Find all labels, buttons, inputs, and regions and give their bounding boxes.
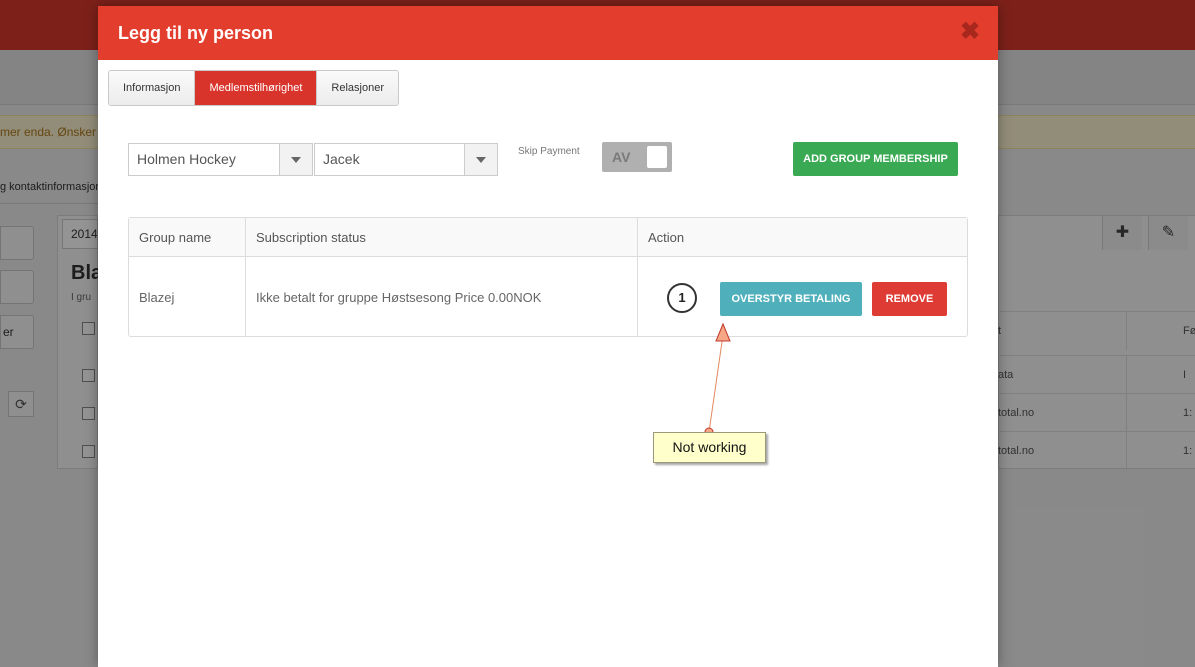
modal-header: Legg til ny person ✖ bbox=[98, 6, 998, 60]
person-select-value: Jacek bbox=[323, 151, 360, 167]
tab-medlemstilhorighet[interactable]: Medlemstilhørighet bbox=[195, 71, 318, 105]
column-divider bbox=[637, 218, 638, 336]
person-select[interactable]: Jacek bbox=[314, 143, 498, 176]
club-select[interactable]: Holmen Hockey bbox=[128, 143, 313, 176]
column-header-status: Subscription status bbox=[246, 218, 636, 257]
column-header-group: Group name bbox=[129, 218, 245, 257]
skip-payment-label: Skip Payment bbox=[518, 146, 580, 157]
skip-payment-toggle[interactable]: AV bbox=[602, 142, 672, 172]
tab-bar: Informasjon Medlemstilhørighet Relasjone… bbox=[108, 70, 399, 106]
add-person-modal: Legg til ny person ✖ Informasjon Medlems… bbox=[98, 6, 998, 667]
annotation-note: Not working bbox=[653, 432, 766, 463]
membership-table: Group name Subscription status Action Bl… bbox=[128, 217, 968, 337]
step-number-badge: 1 bbox=[667, 283, 697, 313]
cell-subscription-status: Ikke betalt for gruppe Høstsesong Price … bbox=[256, 290, 542, 305]
override-payment-button[interactable]: OVERSTYR BETALING bbox=[720, 282, 862, 316]
column-header-action: Action bbox=[638, 218, 958, 257]
remove-button[interactable]: REMOVE bbox=[872, 282, 947, 316]
tab-informasjon[interactable]: Informasjon bbox=[109, 71, 196, 105]
tab-relasjoner[interactable]: Relasjoner bbox=[317, 71, 398, 105]
club-select-value: Holmen Hockey bbox=[137, 151, 236, 167]
toggle-knob[interactable] bbox=[647, 146, 667, 168]
add-group-membership-button[interactable]: ADD GROUP MEMBERSHIP bbox=[793, 142, 958, 176]
chevron-down-icon[interactable] bbox=[464, 144, 497, 175]
cell-group-name: Blazej bbox=[139, 290, 175, 305]
modal-title: Legg til ny person bbox=[118, 23, 274, 43]
toggle-state-label: AV bbox=[612, 149, 631, 165]
close-icon[interactable]: ✖ bbox=[960, 20, 980, 44]
chevron-down-icon[interactable] bbox=[279, 144, 312, 175]
